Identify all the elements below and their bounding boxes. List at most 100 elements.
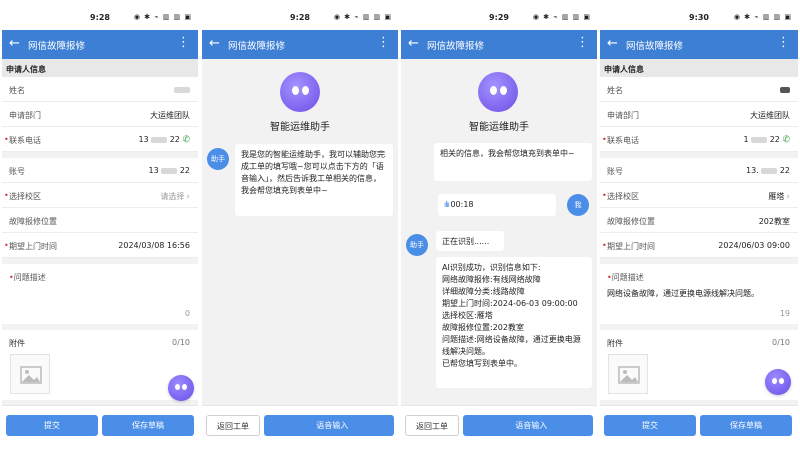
app-bar: ← 网信故障报修 ⋮ xyxy=(600,30,798,59)
save-draft-button[interactable]: 保存草稿 xyxy=(700,415,792,436)
voice-input-button[interactable]: ılıı 语音输入 xyxy=(264,415,394,436)
field-label: 选择校区 xyxy=(9,192,41,201)
field-phone[interactable]: • 联系电话 13 22 ✆ xyxy=(2,127,198,152)
voice-message[interactable]: ılıı 00:18 xyxy=(438,194,556,216)
bottom-bar: 返回工单 ılıı 语音输入 xyxy=(401,405,597,449)
problem-description[interactable]: •问题描述 网络设备故障，通过更换电源线解决问题。 19 xyxy=(600,264,798,324)
field-label: 期望上门时间 xyxy=(607,242,655,251)
image-placeholder-icon[interactable] xyxy=(608,354,648,394)
bottom-bar: 提交 保存草稿 xyxy=(600,405,798,449)
bottom-bar: 提交 保存草稿 xyxy=(2,405,198,449)
voice-input-button[interactable]: ılıı 语音输入 xyxy=(463,415,593,436)
chat-area: 智能运维助手 相关的信息，我会帮您填充到表单中~ ılıı 00:18 我 助手… xyxy=(401,59,597,405)
field-value: 2024/06/03 09:00 xyxy=(718,241,790,250)
field-label: 姓名 xyxy=(607,86,623,95)
field-department: 申请部门 大运维团队 xyxy=(2,102,198,127)
field-account: 账号 13. 22 xyxy=(600,158,798,183)
field-label: 故障报修位置 xyxy=(9,217,57,226)
field-label: 姓名 xyxy=(9,86,25,95)
status-bar: 9:28 ◉ ✱ ⌁ ▥ ▥ ▣ xyxy=(202,0,398,30)
status-bar: 9:28 ◉ ✱ ⌁ ▥ ▥ ▣ xyxy=(2,0,198,30)
field-label: 账号 xyxy=(9,167,25,176)
user-avatar: 我 xyxy=(567,194,589,216)
assistant-avatar-icon xyxy=(478,72,518,112)
field-label: 账号 xyxy=(607,167,623,176)
field-location[interactable]: 故障报修位置 xyxy=(2,208,198,233)
back-arrow-icon[interactable]: ← xyxy=(209,36,220,51)
assistant-name: 智能运维助手 xyxy=(469,122,529,133)
field-name: 姓名 xyxy=(600,77,798,102)
field-phone[interactable]: • 联系电话 1 22 ✆ xyxy=(600,127,798,152)
attach-label: 附件 xyxy=(9,339,25,348)
recognizing-message: 正在识别...... xyxy=(436,231,504,251)
more-menu-icon[interactable]: ⋮ xyxy=(576,35,589,50)
field-label: 联系电话 xyxy=(607,136,639,145)
back-arrow-icon[interactable]: ← xyxy=(9,36,20,51)
screen-form-filled: 9:30 ◉ ✱ ⌁ ▥ ▥ ▣ ← 网信故障报修 ⋮ 申请人信息 姓名 申请部… xyxy=(600,0,798,449)
section-applicant-info: 申请人信息 xyxy=(600,59,798,77)
field-visit-time[interactable]: • 期望上门时间 2024/06/03 09:00 xyxy=(600,233,798,258)
submit-button[interactable]: 提交 xyxy=(604,415,696,436)
greeting-message: 我是您的智能运维助手，我可以辅助您完成工单的填写哦~您可以点击下方的「语音输入」… xyxy=(235,144,393,216)
app-bar: ← 网信故障报修 ⋮ xyxy=(202,30,398,59)
more-menu-icon[interactable]: ⋮ xyxy=(777,35,790,50)
save-draft-button[interactable]: 保存草稿 xyxy=(102,415,194,436)
char-count: 0 xyxy=(184,309,190,318)
field-label: •问题描述 xyxy=(9,273,46,282)
status-icons: ◉ ✱ ⌁ ▥ ▥ ▣ xyxy=(532,13,591,21)
field-campus[interactable]: • 选择校区 雁塔 › xyxy=(600,183,798,208)
field-label: 联系电话 xyxy=(9,136,41,145)
page-title: 网信故障报修 xyxy=(626,41,684,52)
screen-form-empty: 9:28 ◉ ✱ ⌁ ▥ ▥ ▣ ← 网信故障报修 ⋮ 申请人信息 姓名 申请部… xyxy=(2,0,198,449)
app-bar: ← 网信故障报修 ⋮ xyxy=(401,30,597,59)
status-bar: 9:30 ◉ ✱ ⌁ ▥ ▥ ▣ xyxy=(600,0,798,30)
return-form-button[interactable]: 返回工单 xyxy=(206,415,260,436)
description-text: 网络设备故障，通过更换电源线解决问题。 xyxy=(607,289,759,298)
field-name: 姓名 xyxy=(2,77,198,102)
phone-icon[interactable]: ✆ xyxy=(782,135,790,145)
phone-icon[interactable]: ✆ xyxy=(182,135,190,145)
more-menu-icon[interactable]: ⋮ xyxy=(377,35,390,50)
field-value: 1 22 ✆ xyxy=(743,135,790,145)
field-value: 请选择 › xyxy=(160,192,190,202)
return-form-button[interactable]: 返回工单 xyxy=(405,415,459,436)
field-label: 故障报修位置 xyxy=(607,217,655,226)
field-location[interactable]: 故障报修位置 202教室 xyxy=(600,208,798,233)
field-value: 13 22 ✆ xyxy=(138,135,190,145)
screen-assistant-intro: 9:28 ◉ ✱ ⌁ ▥ ▥ ▣ ← 网信故障报修 ⋮ 智能运维助手 助手 我是… xyxy=(202,0,398,449)
field-label: 申请部门 xyxy=(9,111,41,120)
problem-description[interactable]: •问题描述 0 xyxy=(2,264,198,324)
field-label: 选择校区 xyxy=(607,192,639,201)
field-department: 申请部门 大运维团队 xyxy=(600,102,798,127)
assistant-avatar-icon xyxy=(280,72,320,112)
field-visit-time[interactable]: • 期望上门时间 2024/03/08 16:56 xyxy=(2,233,198,258)
field-value: 13. 22 xyxy=(745,166,790,175)
back-arrow-icon[interactable]: ← xyxy=(607,36,618,51)
bottom-bar: 返回工单 ılıı 语音输入 xyxy=(202,405,398,449)
field-account: 账号 13 22 xyxy=(2,158,198,183)
assistant-float-icon[interactable] xyxy=(168,375,194,401)
field-campus[interactable]: • 选择校区 请选择 › xyxy=(2,183,198,208)
status-icons: ◉ ✱ ⌁ ▥ ▥ ▣ xyxy=(133,13,192,21)
back-arrow-icon[interactable]: ← xyxy=(408,36,419,51)
recognition-result: AI识别成功，识别信息如下: 网络故障报修:有线网络故障 详细故障分类:线路故障… xyxy=(436,257,592,388)
chevron-right-icon: › xyxy=(186,192,190,202)
assistant-badge: 助手 xyxy=(207,148,229,170)
field-value: 202教室 xyxy=(758,217,790,226)
field-label: 期望上门时间 xyxy=(9,242,57,251)
section-applicant-info: 申请人信息 xyxy=(2,59,198,77)
page-title: 网信故障报修 xyxy=(228,41,286,52)
page-title: 网信故障报修 xyxy=(28,41,86,52)
greeting-message-tail: 相关的信息，我会帮您填充到表单中~ xyxy=(434,143,592,181)
page-title: 网信故障报修 xyxy=(427,41,485,52)
more-menu-icon[interactable]: ⋮ xyxy=(177,35,190,50)
image-placeholder-icon[interactable] xyxy=(10,354,50,394)
assistant-float-icon[interactable] xyxy=(765,369,791,395)
assistant-name: 智能运维助手 xyxy=(270,122,330,133)
field-value xyxy=(780,85,790,94)
submit-button[interactable]: 提交 xyxy=(6,415,98,436)
field-value xyxy=(174,85,190,94)
field-value: 大运维团队 xyxy=(750,111,790,120)
chevron-right-icon: › xyxy=(786,192,790,202)
status-bar: 9:29 ◉ ✱ ⌁ ▥ ▥ ▣ xyxy=(401,0,597,30)
